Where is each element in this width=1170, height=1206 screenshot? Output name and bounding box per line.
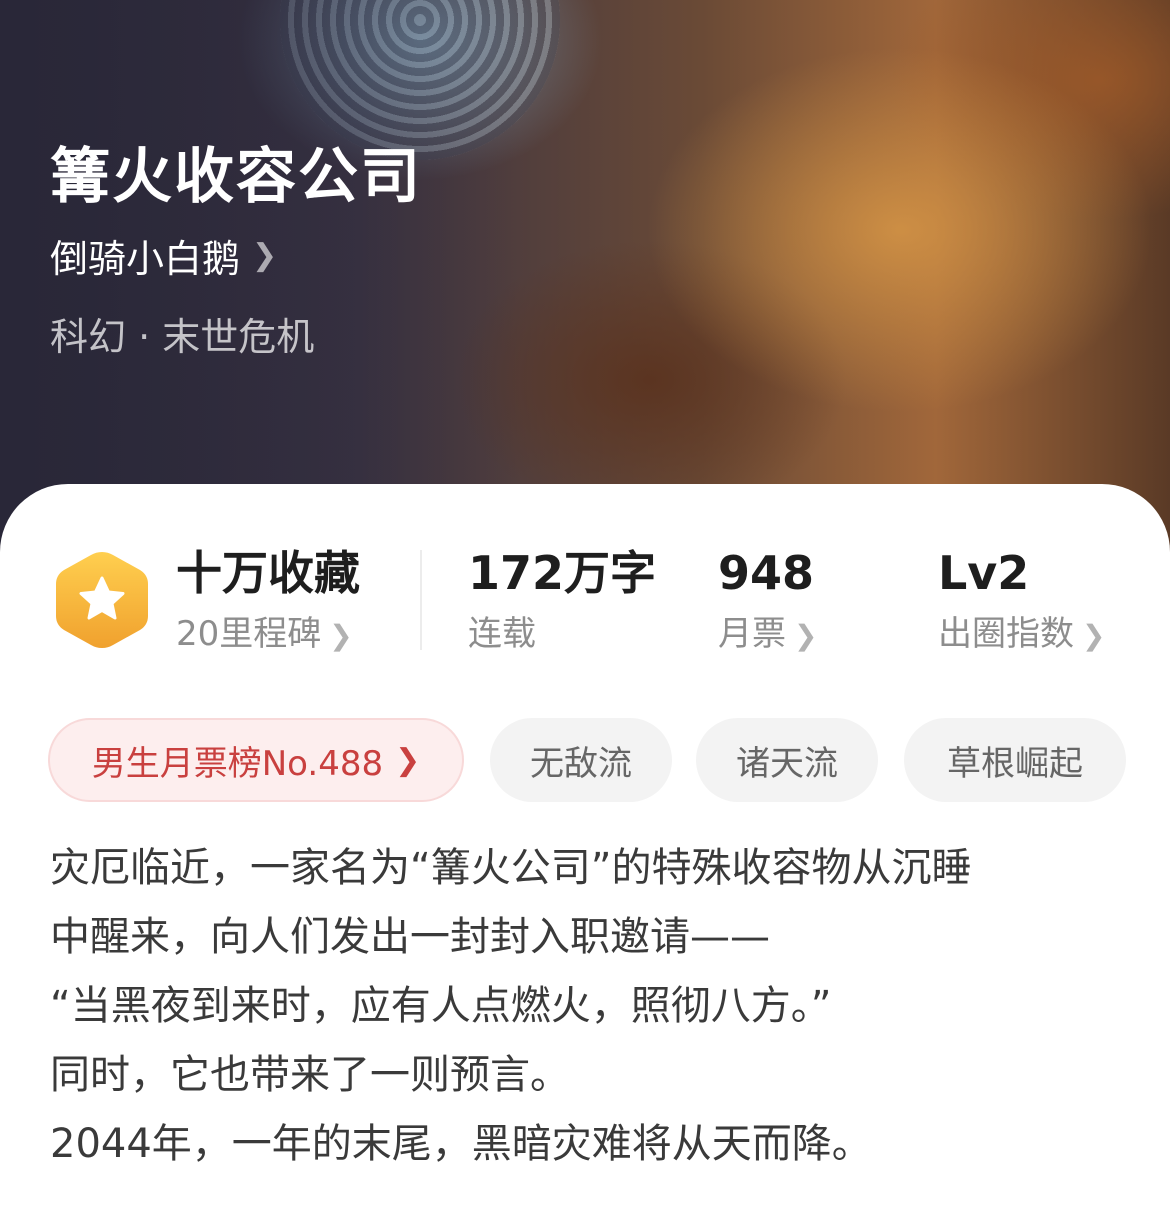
stat-collections-value: 十万收藏 bbox=[176, 546, 360, 600]
chevron-right-icon: ❯ bbox=[329, 619, 353, 652]
synopsis-line: “当黑夜到来时，应有人点燃火，照彻八方。” bbox=[50, 983, 832, 1029]
synopsis-line: 2044年，一年的末尾，黑暗灾难将从天而降。 bbox=[50, 1121, 872, 1167]
rank-tag-label: 男生月票榜No.488 bbox=[91, 743, 384, 784]
stat-monthly-votes-label: 月票 bbox=[718, 614, 786, 654]
chevron-right-icon: ❯ bbox=[1082, 619, 1106, 652]
stat-monthly-votes-value: 948 bbox=[718, 546, 815, 600]
chevron-right-icon: ❯ bbox=[395, 742, 421, 778]
tag-row: 男生月票榜No.488 ❯ 无敌流 诸天流 草根崛起 bbox=[48, 718, 1128, 802]
rank-tag[interactable]: 男生月票榜No.488 ❯ bbox=[48, 718, 464, 802]
detail-card: 十万收藏 20里程碑 ❯ 172万字 连载 948 月票 ❯ Lv2 出圈指数 ❯ 男… bbox=[0, 484, 1170, 1206]
chevron-right-icon: ❯ bbox=[252, 238, 278, 273]
stat-breakout-index[interactable]: Lv2 出圈指数 ❯ bbox=[938, 544, 1105, 660]
author-link[interactable]: 倒骑小白鹅 ❯ bbox=[50, 228, 277, 283]
stats-divider bbox=[420, 550, 422, 650]
synopsis: 灾厄临近，一家名为“篝火公司”的特殊收容物从沉睡 中醒来，向人们发出一封封入职邀… bbox=[50, 834, 1130, 1179]
stat-breakout-index-label: 出圈指数 bbox=[938, 614, 1074, 654]
synopsis-line: 同时，它也带来了一则预言。 bbox=[50, 1052, 570, 1098]
tag-chip[interactable]: 诸天流 bbox=[696, 718, 878, 802]
stats-row: 十万收藏 20里程碑 ❯ 172万字 连载 948 月票 ❯ Lv2 出圈指数 ❯ bbox=[0, 544, 1170, 664]
stat-monthly-votes[interactable]: 948 月票 ❯ bbox=[718, 544, 817, 660]
stat-collections-label: 20里程碑 bbox=[176, 614, 322, 654]
stat-breakout-index-value: Lv2 bbox=[938, 546, 1030, 600]
cover-banner: 篝火收容公司 倒骑小白鹅 ❯ 科幻 · 末世危机 bbox=[0, 0, 1170, 560]
star-badge-icon bbox=[52, 548, 152, 652]
tag-chip[interactable]: 草根崛起 bbox=[904, 718, 1126, 802]
synopsis-line: 中醒来，向人们发出一封封入职邀请—— bbox=[50, 914, 770, 960]
stat-collections[interactable]: 十万收藏 20里程碑 ❯ bbox=[176, 544, 360, 660]
stat-word-count-label: 连载 bbox=[468, 614, 536, 654]
stat-word-count-value: 172万字 bbox=[468, 546, 657, 600]
book-title: 篝火收容公司 bbox=[50, 142, 422, 212]
synopsis-line: 灾厄临近，一家名为“篝火公司”的特殊收容物从沉睡 bbox=[50, 845, 972, 891]
genre-label: 科幻 · 末世危机 bbox=[50, 315, 315, 359]
stat-word-count: 172万字 连载 bbox=[468, 544, 656, 658]
tag-chip[interactable]: 无敌流 bbox=[490, 718, 672, 802]
chevron-right-icon: ❯ bbox=[794, 619, 818, 652]
author-name: 倒骑小白鹅 bbox=[50, 237, 241, 281]
